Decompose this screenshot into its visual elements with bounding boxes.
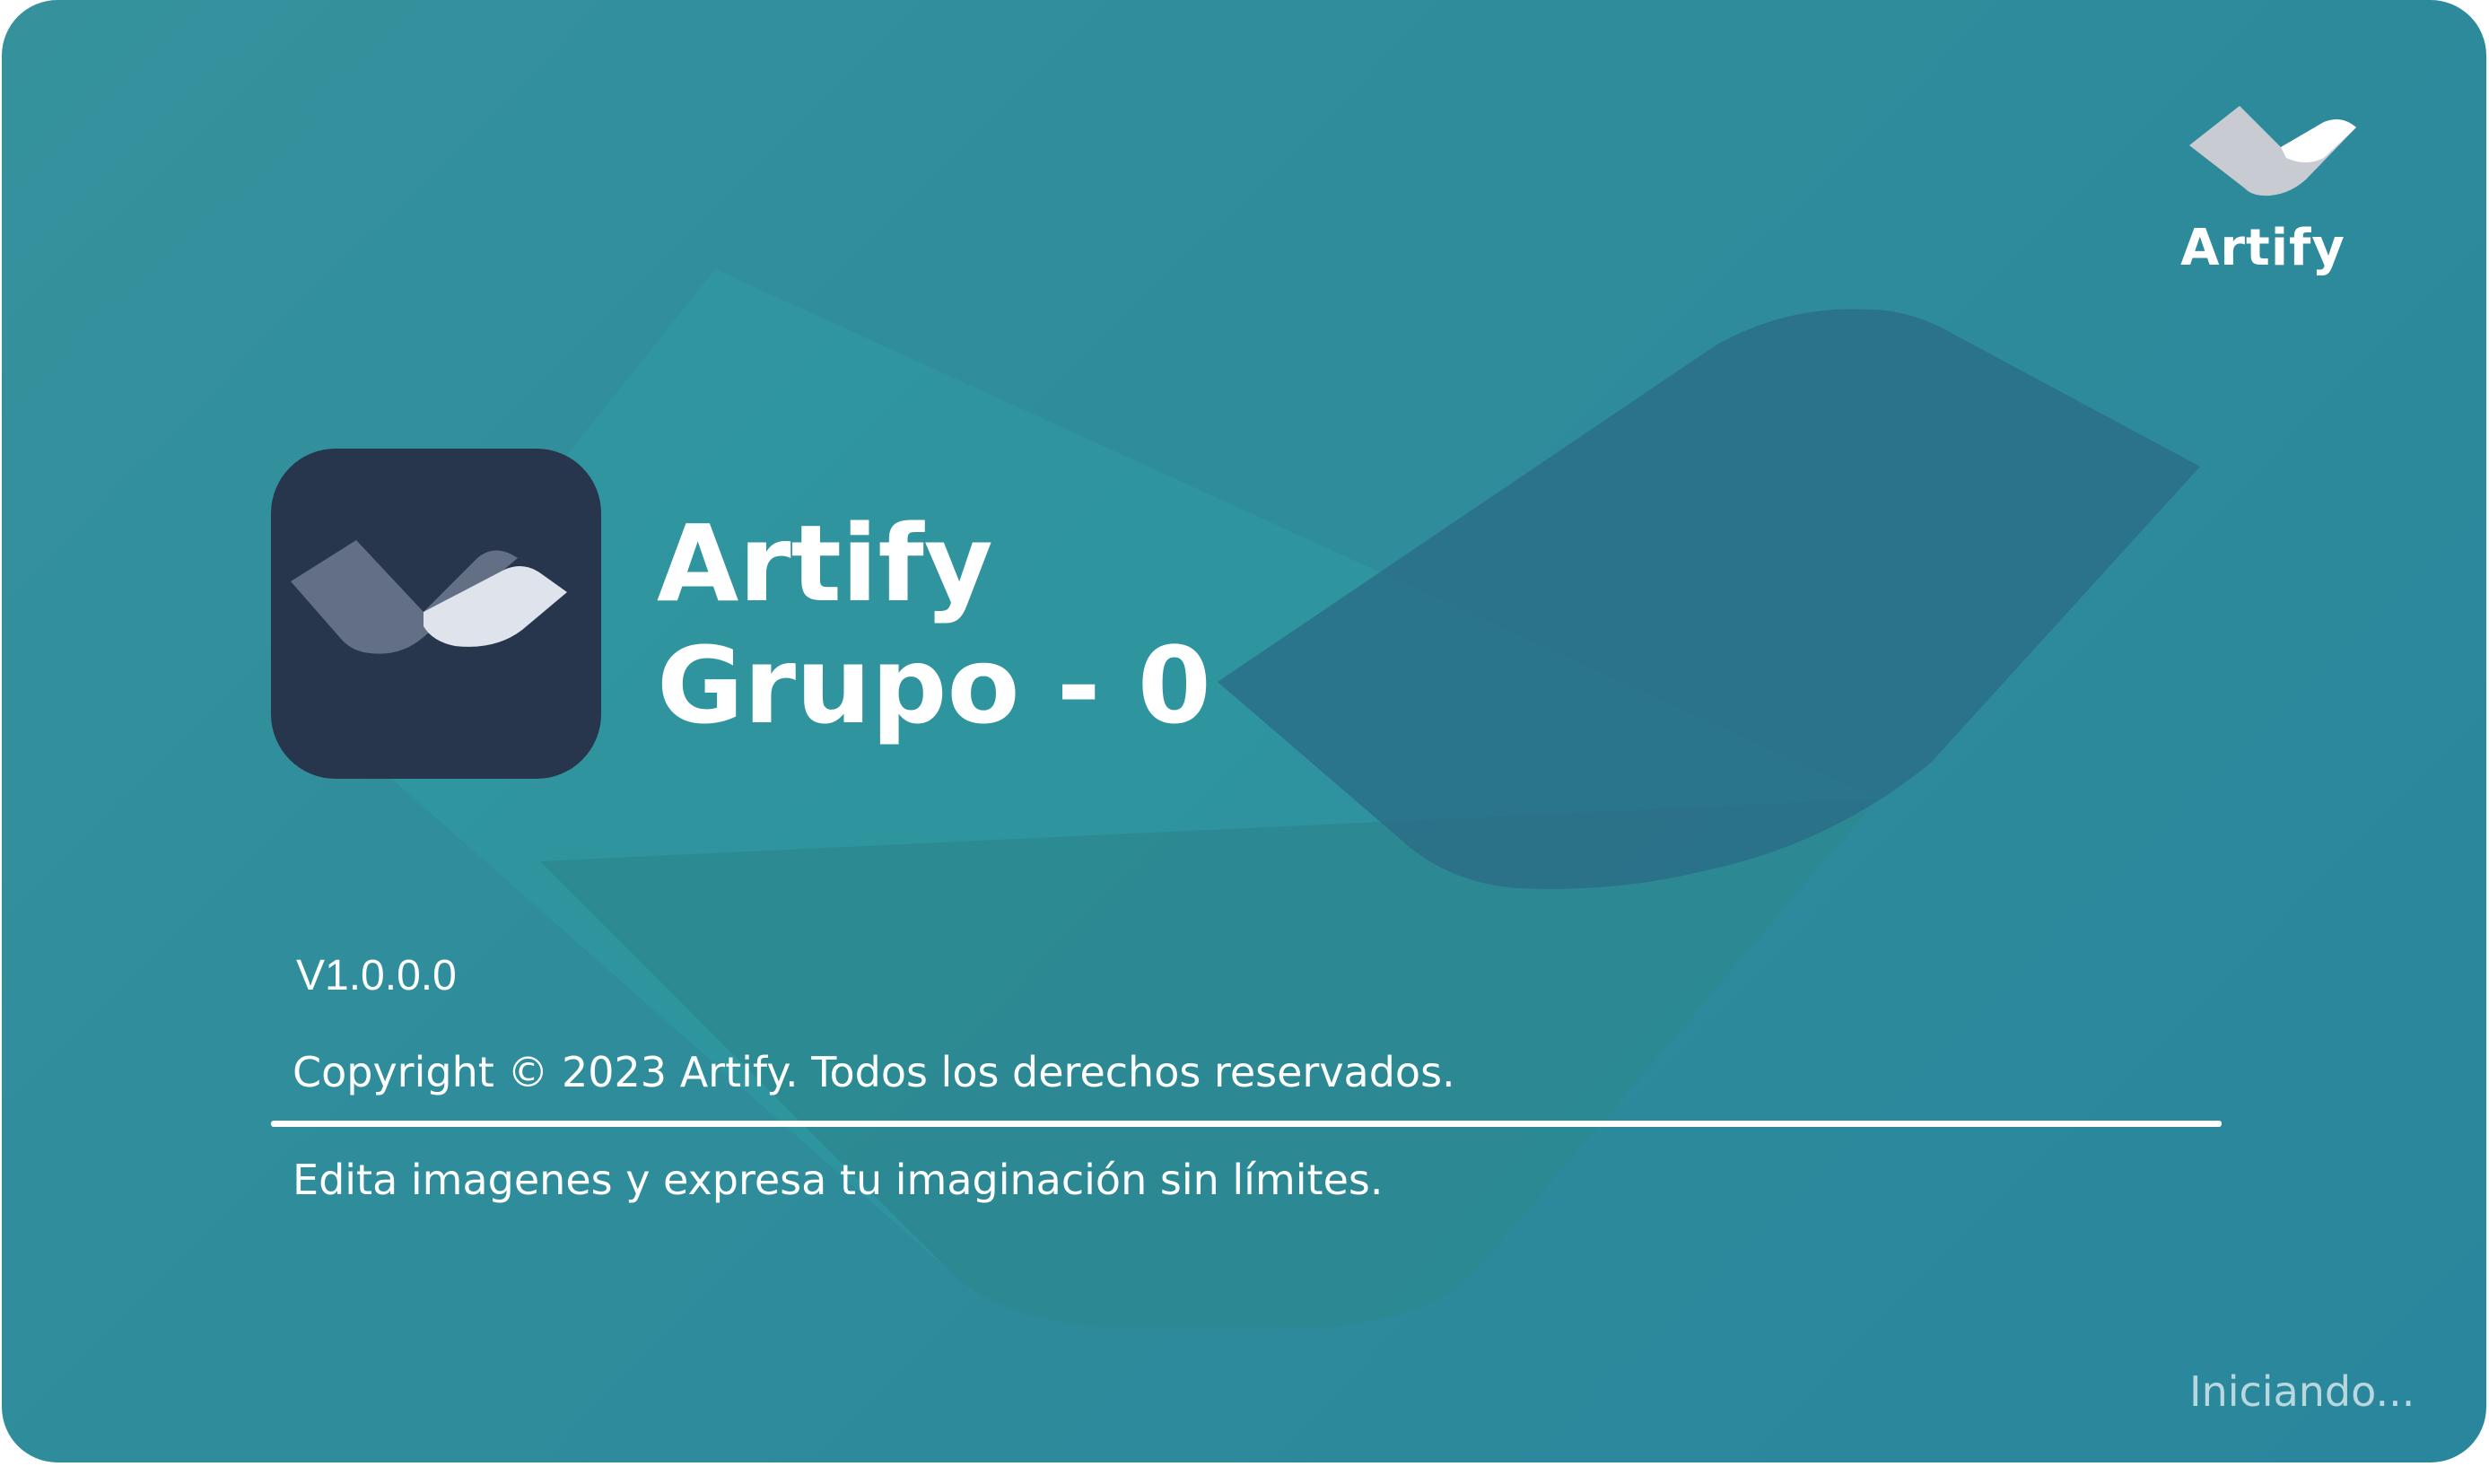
app-title: Artify Grupo - 0 xyxy=(657,502,1211,746)
corner-brand-name: Artify xyxy=(2180,219,2345,277)
artify-logo-icon xyxy=(2189,106,2356,196)
version-label: V1.0.0.0 xyxy=(296,952,457,1000)
app-title-name: Artify xyxy=(657,502,993,625)
divider-line xyxy=(271,1121,2222,1127)
splash-window: Artify Artify Grupo - 0 V1.0.0.0 Copyrig… xyxy=(2,0,2486,1462)
app-title-group: Grupo - 0 xyxy=(657,624,1211,747)
copyright-text: Copyright © 2023 Artify. Todos los derec… xyxy=(293,1048,1455,1096)
tagline-text: Edita imagenes y expresa tu imaginación … xyxy=(293,1156,1384,1204)
loading-status: Iniciando... xyxy=(2189,1367,2415,1416)
artify-app-icon xyxy=(271,449,601,779)
